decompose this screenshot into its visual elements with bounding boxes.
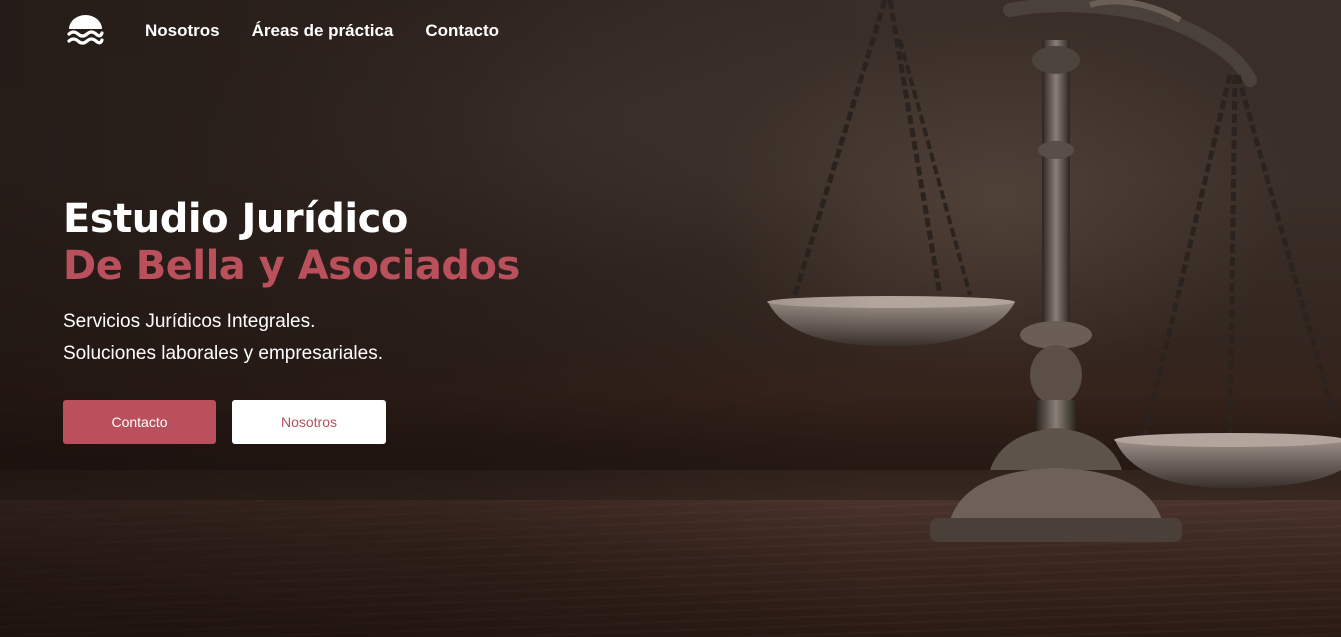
hero-title: Estudio Jurídico De Bella y Asociados xyxy=(63,196,520,290)
nav-link-nosotros[interactable]: Nosotros xyxy=(145,21,220,41)
hero-title-line-2: De Bella y Asociados xyxy=(63,243,520,289)
hero-subtitle-line-2: Soluciones laborales y empresariales. xyxy=(63,343,383,364)
hero-title-line-1: Estudio Jurídico xyxy=(63,196,408,242)
waves-icon[interactable] xyxy=(67,15,104,47)
nav-link-contacto[interactable]: Contacto xyxy=(425,21,499,41)
nosotros-button[interactable]: Nosotros xyxy=(232,400,386,444)
hero-content: Estudio Jurídico De Bella y Asociados Se… xyxy=(63,196,520,444)
hero-buttons: Contacto Nosotros xyxy=(63,400,520,444)
hero-subtitle-line-1: Servicios Jurídicos Integrales. xyxy=(63,311,316,332)
hero-subtitle: Servicios Jurídicos Integrales. Solucion… xyxy=(63,306,520,370)
nav-link-areas-de-practica[interactable]: Áreas de práctica xyxy=(252,21,394,41)
contacto-button[interactable]: Contacto xyxy=(63,400,216,444)
top-navbar: Nosotros Áreas de práctica Contacto xyxy=(0,0,1341,62)
